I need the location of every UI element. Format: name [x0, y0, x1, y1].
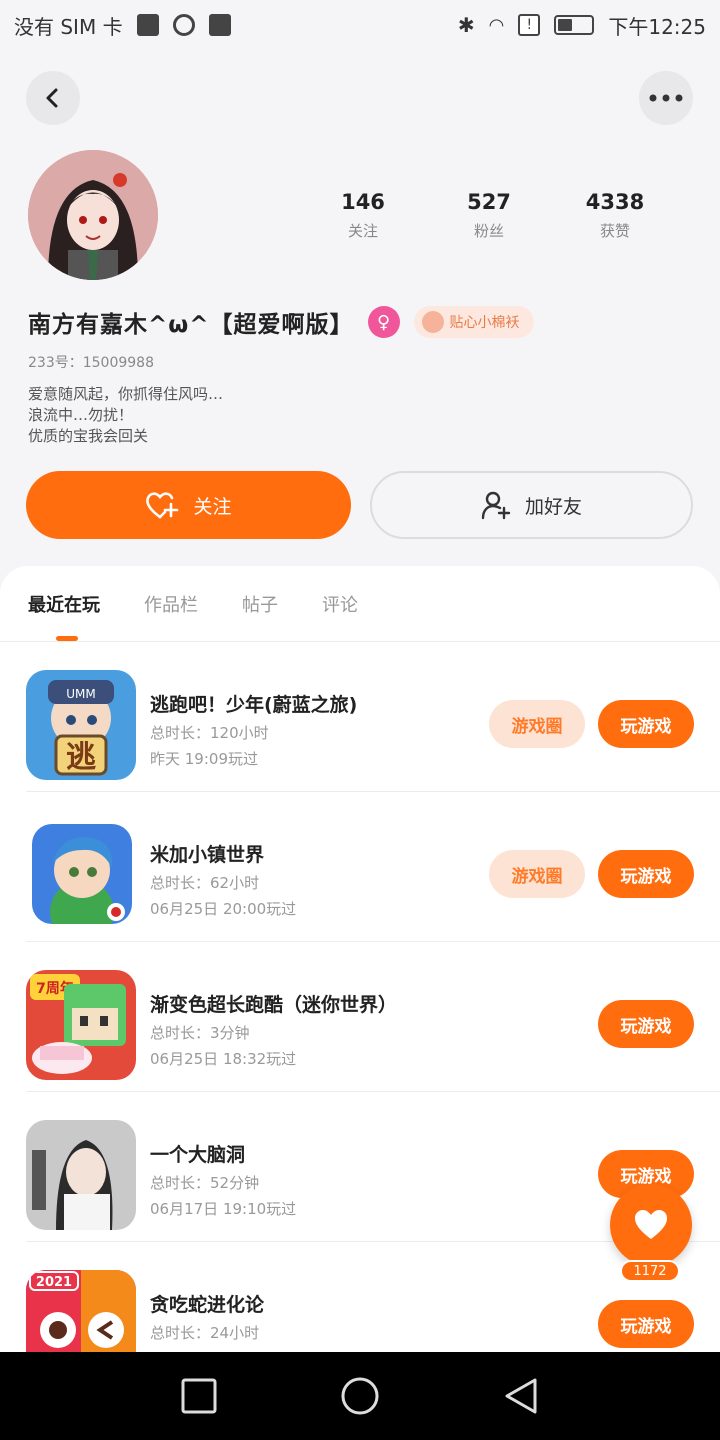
female-icon: ♀	[367, 306, 400, 338]
carrier-text: 没有 SIM 卡	[14, 14, 123, 39]
game-icon: UMM 逃	[26, 670, 136, 780]
heart-plus-icon	[146, 492, 179, 519]
follow-label: 关注	[193, 495, 232, 518]
game-title: 贪吃蛇进化论	[150, 1294, 265, 1316]
tab-posts[interactable]: 帖子	[242, 591, 278, 617]
status-bar: 没有 SIM 卡 ✱ ◠ ! 下午12:25	[0, 0, 720, 50]
user-id: 233号：15009988	[28, 355, 154, 371]
hotspot-icon	[172, 14, 195, 36]
user-name: 南方有嘉木^ω^【超爱啊版】	[28, 312, 354, 338]
game-duration: 总时长：24小时	[150, 1324, 260, 1342]
game-item[interactable]: 2021 贪吃蛇进化论 总时长：24小时 玩游戏	[0, 1242, 720, 1352]
bio-line: 爱意随风起，你抓得住风吗…	[28, 385, 224, 403]
bio-line: 浪流中…勿扰！	[28, 406, 134, 424]
avatar-image	[28, 150, 158, 280]
game-icon-badge: UMM	[66, 687, 96, 701]
game-last-played: 06月25日 18:32玩过	[150, 1050, 297, 1068]
recent-apps-icon[interactable]	[181, 1378, 217, 1414]
game-icon	[26, 1120, 136, 1230]
stat-following[interactable]: 146 关注	[300, 190, 426, 241]
stat-label: 关注	[347, 222, 378, 240]
user-bio: 爱意随风起，你抓得住风吗… 浪流中…勿扰！ 优质的宝我会回关	[28, 384, 223, 447]
sd-card-icon	[136, 14, 159, 36]
game-icon	[32, 824, 132, 924]
play-game-button[interactable]: 玩游戏	[598, 1000, 694, 1048]
play-game-button[interactable]: 玩游戏	[598, 700, 694, 748]
tab-works[interactable]: 作品栏	[144, 591, 198, 617]
game-title: 一个大脑洞	[150, 1144, 246, 1166]
game-icon-char: 逃	[66, 740, 96, 775]
game-icon-badge: 2021	[36, 1275, 72, 1290]
chevron-left-icon	[46, 88, 58, 108]
tab-comments[interactable]: 评论	[322, 591, 358, 617]
add-friend-button[interactable]: 加好友	[370, 471, 693, 539]
game-title: 米加小镇世界	[150, 844, 265, 866]
profile-stats: 146 关注 527 粉丝 4338 获赞	[300, 190, 700, 241]
more-dots-icon	[649, 94, 683, 102]
game-circle-button[interactable]: 游戏圈	[489, 850, 585, 898]
alert-icon: !	[518, 14, 541, 36]
heart-icon	[635, 1210, 667, 1239]
back-triangle-icon[interactable]	[503, 1377, 539, 1415]
back-button[interactable]	[26, 71, 80, 125]
game-icon: 7周年	[26, 970, 136, 1080]
tag-label: 贴心小棉袄	[449, 315, 520, 331]
stat-label: 粉丝	[473, 222, 504, 240]
stat-number: 527	[467, 190, 511, 214]
name-row: 南方有嘉木^ω^【超爱啊版】 ♀ 贴心小棉袄	[28, 305, 534, 339]
home-icon[interactable]	[340, 1376, 380, 1416]
game-duration: 总时长：3分钟	[150, 1024, 250, 1042]
play-game-button[interactable]: 玩游戏	[598, 850, 694, 898]
game-item[interactable]: 米加小镇世界 总时长：62小时 06月25日 20:00玩过 游戏圈 玩游戏	[0, 792, 720, 942]
tab-indicator	[56, 636, 78, 641]
game-item[interactable]: 7周年 渐变色超长跑酷（迷你世界） 总时长：3分钟 06月25日 18:32玩过…	[0, 942, 720, 1092]
tag-badge-icon	[421, 311, 444, 333]
image-icon	[208, 14, 231, 36]
tab-recent[interactable]: 最近在玩	[28, 591, 100, 617]
bluetooth-icon: ✱	[457, 13, 475, 37]
play-game-button[interactable]: 玩游戏	[598, 1300, 694, 1348]
system-nav-bar	[0, 1352, 720, 1440]
user-tag[interactable]: 贴心小棉袄	[413, 306, 534, 338]
avatar[interactable]	[28, 150, 158, 280]
battery-icon	[554, 15, 595, 35]
game-icon: 2021	[26, 1270, 136, 1352]
game-duration: 总时长：62小时	[150, 874, 260, 892]
stat-fans[interactable]: 527 粉丝	[426, 190, 552, 241]
like-count: 1172	[620, 1260, 680, 1282]
game-last-played: 06月17日 19:10玩过	[150, 1200, 297, 1218]
add-friend-label: 加好友	[524, 495, 582, 518]
stat-number: 4338	[585, 190, 645, 214]
game-duration: 总时长：120小时	[150, 724, 269, 742]
tab-bar: 最近在玩 作品栏 帖子 评论	[0, 566, 720, 642]
stat-likes[interactable]: 4338 获赞	[552, 190, 678, 241]
game-title: 渐变色超长跑酷（迷你世界）	[150, 994, 398, 1016]
clock: 下午12:25	[608, 14, 706, 39]
wifi-icon: ◠	[488, 14, 505, 36]
add-user-icon	[481, 491, 511, 520]
game-item[interactable]: UMM 逃 逃跑吧！少年(蔚蓝之旅) 总时长：120小时 昨天 19:09玩过 …	[0, 642, 720, 792]
follow-button[interactable]: 关注	[26, 471, 351, 539]
stat-number: 146	[341, 190, 385, 214]
game-last-played: 昨天 19:09玩过	[150, 750, 258, 768]
game-circle-button[interactable]: 游戏圈	[489, 700, 585, 748]
bio-line: 优质的宝我会回关	[28, 427, 149, 445]
like-fab[interactable]	[610, 1184, 692, 1266]
game-last-played: 06月25日 20:00玩过	[150, 900, 297, 918]
game-title: 逃跑吧！少年(蔚蓝之旅)	[150, 694, 358, 716]
game-duration: 总时长：52分钟	[150, 1174, 260, 1192]
stat-label: 获赞	[599, 222, 630, 240]
more-button[interactable]	[639, 71, 693, 125]
